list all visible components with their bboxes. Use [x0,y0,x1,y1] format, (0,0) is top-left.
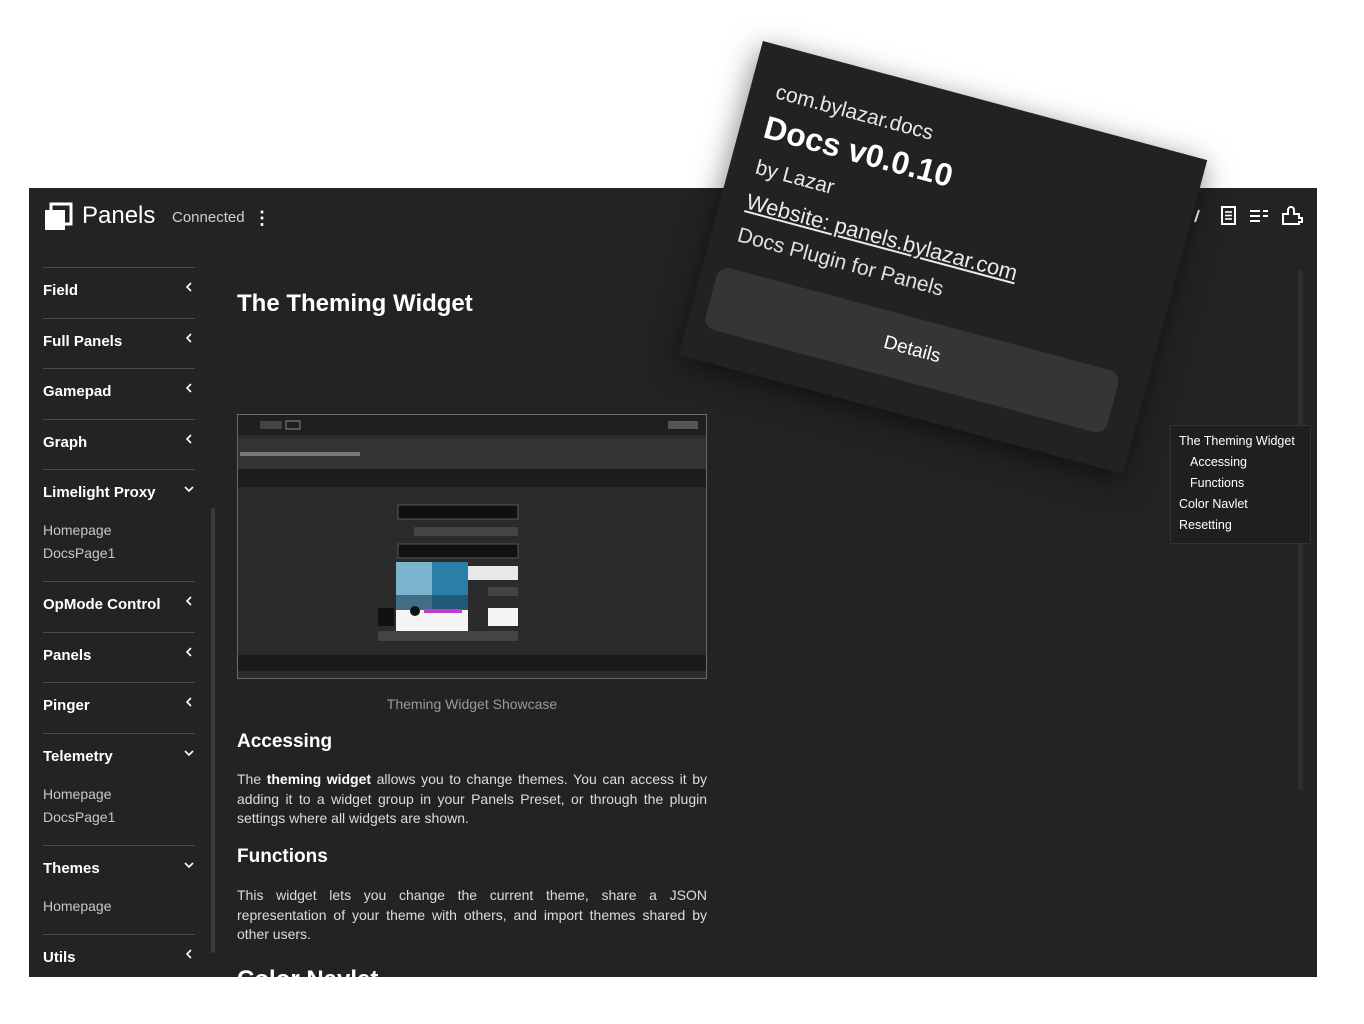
sidebar-group-utils[interactable]: Utils [43,934,195,977]
toc-item-the-theming-widget[interactable]: The Theming Widget [1179,434,1295,448]
sidebar-group-label: Telemetry [43,748,113,765]
sidebar: Field Full Panels Gamepad Graph Limeligh… [29,248,219,977]
sidebar-group-label: Field [43,282,79,299]
sidebar-scrollbar[interactable] [211,508,215,953]
sidebar-item-docspage1[interactable]: DocsPage1 [43,545,115,561]
image-caption: Theming Widget Showcase [386,696,558,712]
app-title[interactable]: Panels [82,202,155,230]
sidebar-item-homepage[interactable]: Homepage [43,786,112,802]
sidebar-group-label: Full Panels [43,333,123,350]
theming-widget-screenshot [237,414,707,679]
accessing-text-bold: theming widget [266,771,372,787]
sidebar-group-opmode-control[interactable]: OpMode Control [43,581,195,632]
table-of-contents: The Theming Widget Accessing Functions C… [1170,425,1311,544]
section-heading-accessing: Accessing [237,731,333,752]
chevron-left-icon[interactable] [183,594,195,608]
plugin-icon[interactable] [1279,204,1303,228]
sidebar-item-docspage1[interactable]: DocsPage1 [43,809,115,825]
sidebar-group-label: Gamepad [43,383,112,400]
chevron-left-icon[interactable] [183,381,195,395]
chevron-left-icon[interactable] [183,645,195,659]
sidebar-group-graph[interactable]: Graph [43,419,195,470]
sidebar-group-label: OpMode Control [43,596,161,613]
sidebar-item-homepage[interactable]: Homepage [43,522,112,538]
sidebar-group-label: Limelight Proxy [43,484,156,501]
connection-status: Connected [172,209,245,226]
sidebar-group-label: Utils [43,949,76,966]
sidebar-item-homepage[interactable]: Homepage [43,898,112,914]
sidebar-group-pinger[interactable]: Pinger [43,682,195,733]
section-heading-color-navlet: Color Navlet [237,966,378,977]
chevron-down-icon[interactable] [183,746,195,760]
sidebar-group-panels[interactable]: Panels [43,632,195,683]
toc-item-color-navlet[interactable]: Color Navlet [1179,497,1248,511]
page-title: The Theming Widget [237,290,473,317]
chevron-down-icon[interactable] [183,858,195,872]
sidebar-group-label: Themes [43,860,100,877]
sidebar-group-label: Graph [43,434,88,451]
chevron-left-icon[interactable] [183,695,195,709]
accessing-text-pre: The [237,771,267,787]
section-heading-functions: Functions [237,846,328,867]
accessing-paragraph: The theming widget allows you to change … [237,770,707,829]
chevron-down-icon[interactable] [183,482,195,496]
functions-paragraph: This widget lets you change the current … [237,887,707,942]
kebab-menu-icon[interactable]: ⋮ [253,208,271,229]
docs-icon[interactable] [1217,204,1241,228]
list-icon[interactable] [1247,204,1271,228]
sidebar-group-label: Pinger [43,697,90,714]
panels-logo-icon[interactable] [43,202,73,232]
toc-item-accessing[interactable]: Accessing [1190,455,1247,469]
sidebar-group-limelight-proxy[interactable]: Limelight Proxy Homepage DocsPage1 [43,469,195,582]
sidebar-group-themes[interactable]: Themes Homepage [43,845,195,935]
screenshot-image [238,415,706,671]
sidebar-group-full-panels[interactable]: Full Panels [43,318,195,369]
chevron-left-icon[interactable] [183,432,195,446]
toc-item-functions[interactable]: Functions [1190,476,1244,490]
toc-item-resetting[interactable]: Resetting [1179,518,1232,532]
sidebar-group-gamepad[interactable]: Gamepad [43,368,195,419]
chevron-left-icon[interactable] [183,331,195,345]
chevron-left-icon[interactable] [183,280,195,294]
sidebar-group-label: Panels [43,647,92,664]
sidebar-group-telemetry[interactable]: Telemetry Homepage DocsPage1 [43,733,195,846]
chevron-left-icon[interactable] [183,947,195,961]
sidebar-group-field[interactable]: Field [43,267,195,318]
